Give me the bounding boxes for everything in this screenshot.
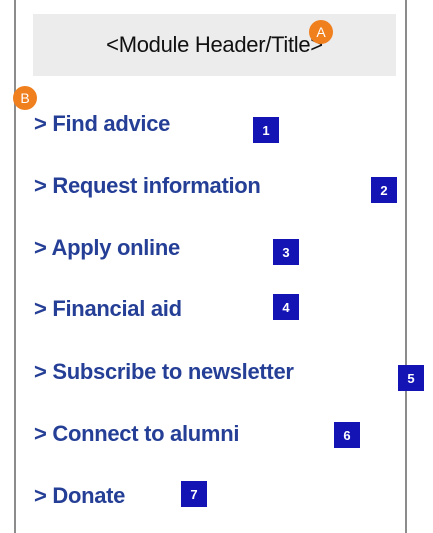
badge-3: 3 (273, 239, 299, 265)
annotation-marker-b: B (13, 86, 37, 110)
link-find-advice[interactable]: > Find advice (34, 111, 170, 137)
module-header-title: <Module Header/Title> (106, 32, 323, 57)
module-header: <Module Header/Title> (33, 14, 396, 76)
badge-2: 2 (371, 177, 397, 203)
link-request-information[interactable]: > Request information (34, 173, 261, 199)
module-frame (14, 0, 407, 533)
link-connect-alumni[interactable]: > Connect to alumni (34, 421, 239, 447)
badge-1: 1 (253, 117, 279, 143)
link-apply-online[interactable]: > Apply online (34, 235, 180, 261)
link-subscribe-newsletter[interactable]: > Subscribe to newsletter (34, 359, 294, 385)
badge-5: 5 (398, 365, 424, 391)
link-financial-aid[interactable]: > Financial aid (34, 296, 182, 322)
badge-4: 4 (273, 294, 299, 320)
badge-7: 7 (181, 481, 207, 507)
link-donate[interactable]: > Donate (34, 483, 125, 509)
badge-6: 6 (334, 422, 360, 448)
annotation-marker-a: A (309, 20, 333, 44)
